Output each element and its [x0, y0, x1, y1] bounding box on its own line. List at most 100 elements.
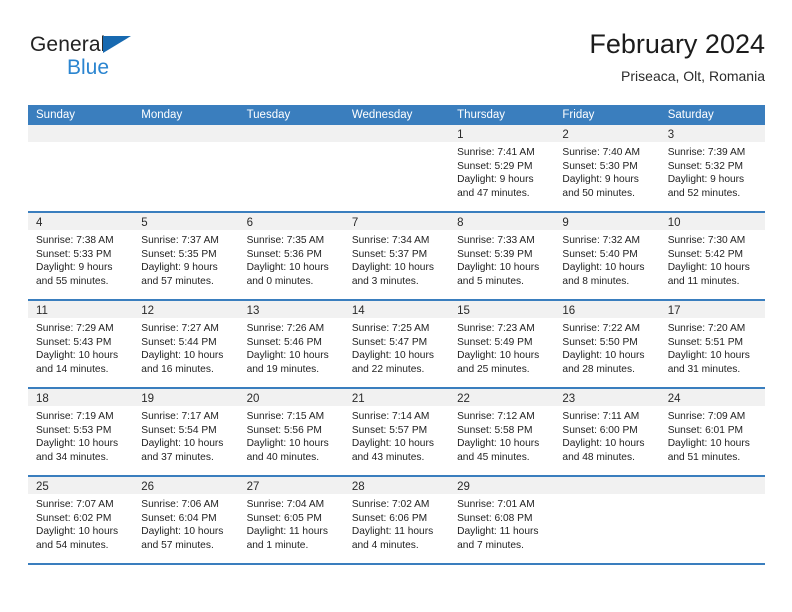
calendar-day-cell[interactable]: 20 Sunrise: 7:15 AM Sunset: 5:56 PM Dayligh… — [238, 389, 344, 475]
calendar-day-cell[interactable]: 15 Sunrise: 7:23 AM Sunset: 5:49 PM Dayligh… — [449, 301, 555, 387]
daylight-text-line1: Daylight: 10 hours — [351, 262, 434, 274]
sunrise-text: Sunrise: 7:37 AM — [141, 235, 219, 246]
day-number-band: 15 — [449, 301, 555, 318]
daylight-text-line2: and 8 minutes. — [562, 275, 630, 287]
calendar-day-cell[interactable]: 11 Sunrise: 7:29 AM Sunset: 5:43 PM Dayligh… — [28, 301, 134, 387]
weekday-header-sunday: Sunday — [36, 109, 76, 121]
sunset-text: Sunset: 5:47 PM — [351, 336, 428, 348]
calendar-day-cell[interactable]: 17 Sunrise: 7:20 AM Sunset: 5:51 PM Dayligh… — [659, 301, 765, 387]
day-number: 26 — [141, 481, 155, 493]
day-number-band: 18 — [28, 389, 134, 406]
calendar-day-cell[interactable]: 16 Sunrise: 7:22 AM Sunset: 5:50 PM Dayligh… — [554, 301, 660, 387]
day-number: 4 — [36, 217, 43, 229]
calendar-day-cell[interactable]: 5 Sunrise: 7:37 AM Sunset: 5:35 PM Daylight… — [133, 213, 239, 299]
day-details: Sunrise: 7:17 AM Sunset: 5:54 PM Daylight:… — [133, 406, 238, 464]
calendar-day-cell[interactable]: 23 Sunrise: 7:11 AM Sunset: 6:00 PM Dayligh… — [554, 389, 660, 475]
day-details: Sunrise: 7:40 AM Sunset: 5:30 PM Daylight:… — [554, 142, 659, 200]
day-details: Sunrise: 7:34 AM Sunset: 5:37 PM Daylight:… — [344, 230, 449, 288]
calendar-day-cell[interactable]: 2 Sunrise: 7:40 AM Sunset: 5:30 PM Daylight… — [554, 125, 660, 211]
day-details: Sunrise: 7:15 AM Sunset: 5:56 PM Daylight:… — [239, 406, 344, 464]
day-number-band: 3 — [659, 125, 765, 142]
day-number: 24 — [667, 393, 681, 405]
calendar-day-cell[interactable]: 18 Sunrise: 7:19 AM Sunset: 5:53 PM Dayligh… — [28, 389, 134, 475]
daylight-text-line2: and 57 minutes. — [141, 275, 214, 287]
sunset-text: Sunset: 5:39 PM — [457, 248, 533, 260]
calendar-day-cell[interactable]: 8 Sunrise: 7:33 AM Sunset: 5:39 PM Daylight… — [449, 213, 555, 299]
daylight-text-line1: Daylight: 10 hours — [36, 438, 119, 450]
day-number: 1 — [457, 129, 464, 141]
day-number: 18 — [36, 393, 49, 405]
calendar-day-cell[interactable]: 9 Sunrise: 7:32 AM Sunset: 5:40 PM Daylight… — [554, 213, 660, 299]
page-title: February 2024 — [589, 29, 765, 59]
daylight-text-line1: Daylight: 10 hours — [141, 438, 224, 450]
calendar-cell-empty — [343, 125, 450, 211]
day-number-band: 24 — [659, 389, 765, 406]
daylight-text-line2: and 4 minutes. — [351, 539, 419, 551]
sunrise-text: Sunrise: 7:12 AM — [457, 411, 535, 422]
calendar-day-cell[interactable]: 1 Sunrise: 7:41 AM Sunset: 5:29 PM Daylight… — [449, 125, 555, 211]
day-details: Sunrise: 7:11 AM Sunset: 6:00 PM Daylight:… — [554, 406, 659, 464]
sunrise-text: Sunrise: 7:35 AM — [246, 235, 325, 246]
day-number: 14 — [351, 305, 365, 317]
day-number: 12 — [141, 305, 155, 317]
brand-logo[interactable]: General Blue — [30, 34, 250, 90]
day-number: 5 — [141, 217, 148, 229]
day-details: Sunrise: 7:27 AM Sunset: 5:44 PM Daylight:… — [133, 318, 238, 376]
sunset-text: Sunset: 6:08 PM — [457, 512, 533, 524]
day-number-band: 16 — [554, 301, 660, 318]
daylight-text-line1: Daylight: 9 hours — [36, 262, 113, 274]
calendar-cell-empty — [659, 477, 765, 563]
day-number-band: 9 — [554, 213, 660, 230]
sunset-text: Sunset: 5:54 PM — [141, 424, 217, 436]
day-details: Sunrise: 7:33 AM Sunset: 5:39 PM Daylight:… — [449, 230, 554, 288]
day-number-band: 20 — [238, 389, 344, 406]
daylight-text-line2: and 43 minutes. — [351, 451, 425, 463]
calendar-day-cell[interactable]: 21 Sunrise: 7:14 AM Sunset: 5:57 PM Dayligh… — [343, 389, 450, 475]
day-number-band: 11 — [28, 301, 134, 318]
sunrise-text: Sunrise: 7:39 AM — [667, 147, 746, 158]
sunrise-text: Sunrise: 7:15 AM — [246, 411, 325, 422]
calendar-day-cell[interactable]: 6 Sunrise: 7:35 AM Sunset: 5:36 PM Daylight… — [238, 213, 344, 299]
sunrise-text: Sunrise: 7:01 AM — [457, 499, 535, 510]
day-number-band: 10 — [659, 213, 765, 230]
daylight-text-line2: and 57 minutes. — [141, 539, 214, 551]
calendar-day-cell[interactable]: 7 Sunrise: 7:34 AM Sunset: 5:37 PM Daylight… — [343, 213, 450, 299]
daylight-text-line1: Daylight: 10 hours — [562, 350, 645, 362]
daylight-text-line2: and 14 minutes. — [36, 363, 109, 375]
day-number-band — [238, 125, 344, 142]
day-details: Sunrise: 7:38 AM Sunset: 5:33 PM Daylight:… — [28, 230, 133, 288]
daylight-text-line2: and 19 minutes. — [246, 363, 320, 375]
calendar-day-cell[interactable]: 14 Sunrise: 7:25 AM Sunset: 5:47 PM Dayligh… — [343, 301, 450, 387]
daylight-text-line1: Daylight: 10 hours — [141, 350, 224, 362]
daylight-text-line2: and 16 minutes. — [141, 363, 214, 375]
day-details: Sunrise: 7:02 AM Sunset: 6:06 PM Daylight:… — [344, 494, 449, 552]
calendar-day-cell[interactable]: 28 Sunrise: 7:02 AM Sunset: 6:06 PM Dayligh… — [343, 477, 450, 563]
calendar-day-cell[interactable]: 26 Sunrise: 7:06 AM Sunset: 6:04 PM Dayligh… — [133, 477, 239, 563]
day-details: Sunrise: 7:25 AM Sunset: 5:47 PM Daylight:… — [344, 318, 449, 376]
calendar-day-cell[interactable]: 22 Sunrise: 7:12 AM Sunset: 5:58 PM Dayligh… — [449, 389, 555, 475]
daylight-text-line1: Daylight: 10 hours — [246, 350, 329, 362]
weekday-header-row: Sunday Monday Tuesday Wednesday Thursday Frid… — [28, 105, 765, 125]
daylight-text-line2: and 47 minutes. — [457, 187, 530, 199]
sunset-text: Sunset: 5:49 PM — [457, 336, 533, 348]
calendar-day-cell[interactable]: 19 Sunrise: 7:17 AM Sunset: 5:54 PM Dayligh… — [133, 389, 239, 475]
daylight-text-line1: Daylight: 10 hours — [246, 438, 329, 450]
sunrise-text: Sunrise: 7:14 AM — [351, 411, 430, 422]
calendar-day-cell[interactable]: 12 Sunrise: 7:27 AM Sunset: 5:44 PM Dayligh… — [133, 301, 239, 387]
calendar-day-cell[interactable]: 24 Sunrise: 7:09 AM Sunset: 6:01 PM Dayligh… — [659, 389, 765, 475]
calendar-day-cell[interactable]: 25 Sunrise: 7:07 AM Sunset: 6:02 PM Dayligh… — [28, 477, 134, 563]
daylight-text-line2: and 1 minute. — [246, 539, 309, 551]
daylight-text-line2: and 31 minutes. — [667, 363, 741, 375]
calendar-day-cell[interactable]: 10 Sunrise: 7:30 AM Sunset: 5:42 PM Dayligh… — [659, 213, 765, 299]
calendar-day-cell[interactable]: 4 Sunrise: 7:38 AM Sunset: 5:33 PM Daylight… — [28, 213, 134, 299]
calendar-day-cell[interactable]: 27 Sunrise: 7:04 AM Sunset: 6:05 PM Dayligh… — [238, 477, 344, 563]
sunset-text: Sunset: 6:02 PM — [36, 512, 112, 524]
day-number-band: 28 — [343, 477, 450, 494]
sunrise-text: Sunrise: 7:38 AM — [36, 235, 114, 246]
calendar-day-cell[interactable]: 3 Sunrise: 7:39 AM Sunset: 5:32 PM Daylight… — [659, 125, 765, 211]
day-number: 3 — [667, 129, 675, 141]
day-details: Sunrise: 7:19 AM Sunset: 5:53 PM Daylight:… — [28, 406, 133, 464]
calendar-day-cell[interactable]: 13 Sunrise: 7:26 AM Sunset: 5:46 PM Dayligh… — [238, 301, 344, 387]
daylight-text-line2: and 50 minutes. — [562, 187, 635, 199]
calendar-day-cell[interactable]: 29 Sunrise: 7:01 AM Sunset: 6:08 PM Dayligh… — [449, 477, 555, 563]
